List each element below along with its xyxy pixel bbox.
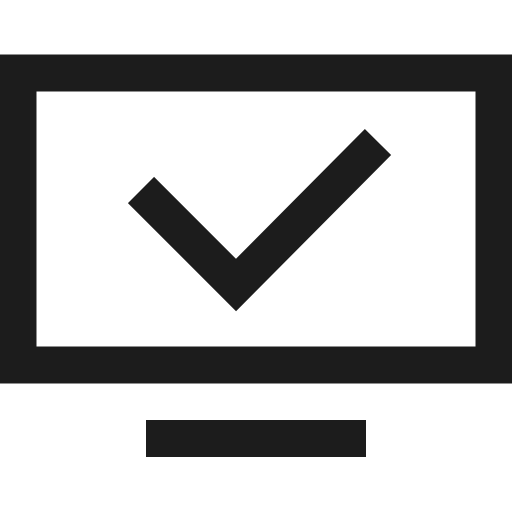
monitor-check-icon: [0, 0, 512, 512]
monitor-stand: [146, 420, 366, 457]
monitor-screen: [0, 54, 512, 384]
monitor-check-svg: [0, 54, 512, 457]
